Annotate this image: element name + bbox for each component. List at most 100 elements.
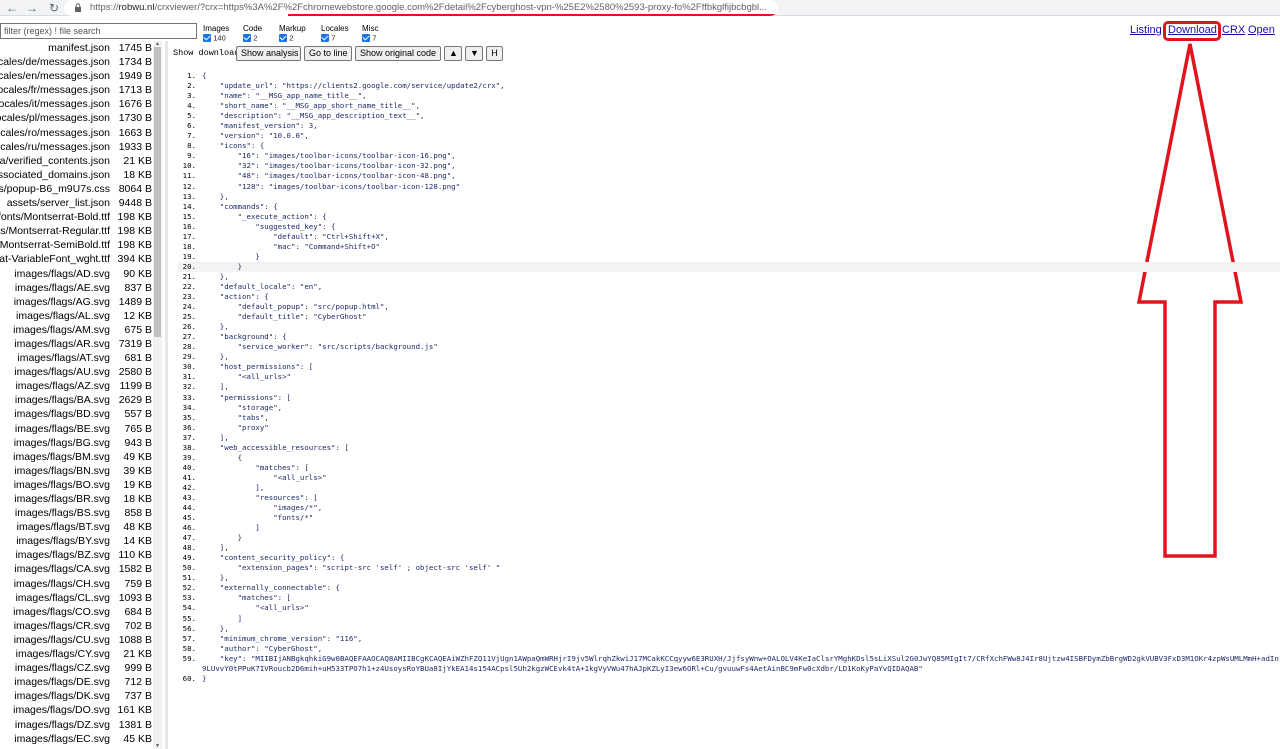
code-text: "default_locale": "en", xyxy=(202,281,323,291)
file-list-item[interactable]: images/flags/AZ.svg 1199 B xyxy=(0,379,162,393)
file-list-item[interactable]: images/flags/CU.svg 1088 B xyxy=(0,633,162,647)
checkbox-checked-icon[interactable] xyxy=(362,33,370,42)
address-bar[interactable]: https://robwu.nl/crxviewer/?crx=https%3A… xyxy=(64,0,778,16)
code-line: 39. { xyxy=(178,453,1280,463)
line-number: 30. xyxy=(182,362,196,372)
file-size: 712 B xyxy=(124,676,152,689)
file-list-item[interactable]: locales/ro/messages.json 1663 B xyxy=(0,126,162,140)
file-list-item[interactable]: images/flags/BT.svg 48 KB xyxy=(0,520,162,534)
file-list-item[interactable]: locales/pl/messages.json 1730 B xyxy=(0,111,162,125)
file-list-item[interactable]: images/flags/CH.svg 759 B xyxy=(0,577,162,591)
go-to-line-button[interactable]: Go to line xyxy=(304,46,352,61)
filter-images[interactable]: Images 140 xyxy=(203,24,229,42)
code-text: "service_worker": "src/scripts/backgroun… xyxy=(202,342,438,352)
file-list-item[interactable]: fonts/Montserrat-Bold.ttf 198 KB xyxy=(0,210,162,224)
file-list-item[interactable]: images/flags/DK.svg 737 B xyxy=(0,689,162,703)
file-list-item[interactable]: images/flags/AT.svg 681 B xyxy=(0,351,162,365)
filter-markup[interactable]: Markup 2 xyxy=(279,24,306,42)
file-filter-input[interactable] xyxy=(0,23,197,39)
show-analysis-button[interactable]: Show analysis xyxy=(236,46,301,61)
file-name: images/flags/BT.svg xyxy=(16,521,110,534)
file-list-item[interactable]: images/flags/BZ.svg 110 KB xyxy=(0,548,162,562)
code-text: "author": "CyberGhost", xyxy=(202,643,323,653)
file-list-item[interactable]: images/flags/AU.svg 2580 B xyxy=(0,365,162,379)
file-list-item[interactable]: fonts/Montserrat-SemiBold.ttf 198 KB xyxy=(0,238,162,252)
checkbox-checked-icon[interactable] xyxy=(243,33,251,42)
line-number: 7. xyxy=(187,131,196,141)
filter-misc[interactable]: Misc 7 xyxy=(362,24,378,42)
file-list-item[interactable]: images/flags/DE.svg 712 B xyxy=(0,675,162,689)
file-list-item[interactable]: images/flags/BO.svg 19 KB xyxy=(0,478,162,492)
file-list-scrollbar[interactable]: ▲ ▼ xyxy=(153,41,162,749)
file-list-item[interactable]: images/flags/AG.svg 1489 B xyxy=(0,295,162,309)
file-list-item[interactable]: images/flags/AL.svg 12 KB xyxy=(0,309,162,323)
file-list-item[interactable]: images/flags/BE.svg 765 B xyxy=(0,422,162,436)
code-text: "name": "__MSG_app_name_title__", xyxy=(202,91,367,101)
scrollbar-thumb[interactable] xyxy=(154,47,161,337)
next-match-button[interactable]: ▼ xyxy=(465,46,483,61)
line-number: 37. xyxy=(182,432,196,442)
file-list-item[interactable]: locales/en/messages.json 1949 B xyxy=(0,69,162,83)
file-list-item[interactable]: assets/popup-B6_m9U7s.css 8064 B xyxy=(0,182,162,196)
line-number: 28. xyxy=(182,342,196,352)
file-list-item[interactable]: images/flags/EC.svg 45 KB xyxy=(0,732,162,746)
crx-link[interactable]: CRX xyxy=(1222,24,1245,37)
file-list-item[interactable]: assets/server_list.json 9448 B xyxy=(0,196,162,210)
file-size: 675 B xyxy=(124,323,152,336)
listing-link[interactable]: Listing xyxy=(1130,24,1162,37)
code-line: 31. "<all_urls>" xyxy=(178,372,1280,382)
line-number: 2. xyxy=(187,81,196,91)
file-list-item[interactable]: images/flags/BG.svg 943 B xyxy=(0,436,162,450)
file-list-item[interactable]: images/flags/CY.svg 21 KB xyxy=(0,647,162,661)
show-original-code-button[interactable]: Show original code xyxy=(355,46,441,61)
checkbox-checked-icon[interactable] xyxy=(279,33,287,42)
code-text: "extension_pages": "script-src 'self' ; … xyxy=(202,563,501,573)
filter-code[interactable]: Code 2 xyxy=(243,24,262,42)
file-list-item[interactable]: locales/de/messages.json 1734 B xyxy=(0,55,162,69)
line-number: 13. xyxy=(182,191,196,201)
file-list-item[interactable]: images/flags/DO.svg 161 KB xyxy=(0,703,162,717)
file-list-item[interactable]: images/flags/CZ.svg 999 B xyxy=(0,661,162,675)
back-arrow-icon[interactable]: ← xyxy=(4,0,20,16)
pane-splitter[interactable] xyxy=(165,41,168,749)
code-line: 25. "default_title": "CyberGhost" xyxy=(178,312,1280,322)
code-text: "128": "images/toolbar-icons/toolbar-ico… xyxy=(202,181,461,191)
file-list-item[interactable]: fonts/Montserrat-Regular.ttf 198 KB xyxy=(0,224,162,238)
file-list-item[interactable]: images/flags/CA.svg 1582 B xyxy=(0,562,162,576)
file-list-item[interactable]: fonts/Montserrat-VariableFont_wght.ttf 39… xyxy=(0,252,162,266)
filter-locales[interactable]: Locales 7 xyxy=(321,24,349,42)
file-list-item[interactable]: images/flags/CL.svg 1093 B xyxy=(0,591,162,605)
checkbox-checked-icon[interactable] xyxy=(321,33,329,42)
previous-match-button[interactable]: ▲ xyxy=(444,46,462,61)
file-list-item[interactable]: locales/ru/messages.json 1933 B xyxy=(0,140,162,154)
file-list-item[interactable]: images/flags/AE.svg 837 B xyxy=(0,281,162,295)
file-list-item[interactable]: images/flags/BA.svg 2629 B xyxy=(0,393,162,407)
file-list-item[interactable]: images/flags/AM.svg 675 B xyxy=(0,323,162,337)
file-list-item[interactable]: images/flags/BY.svg 14 KB xyxy=(0,534,162,548)
file-list-item[interactable]: images/flags/CO.svg 684 B xyxy=(0,605,162,619)
file-list-item[interactable]: locales/fr/messages.json 1713 B xyxy=(0,83,162,97)
open-link[interactable]: Open xyxy=(1248,24,1275,37)
file-name: images/flags/AM.svg xyxy=(13,323,110,336)
file-list-item[interactable]: images/flags/CR.svg 702 B xyxy=(0,619,162,633)
h-button[interactable]: H xyxy=(486,46,503,61)
file-list-item[interactable]: images/flags/AD.svg 90 KB xyxy=(0,267,162,281)
file-list-item[interactable]: _metadata/verified_contents.json 21 KB xyxy=(0,154,162,168)
file-list-item[interactable]: locales/it/messages.json 1676 B xyxy=(0,97,162,111)
file-size: 737 B xyxy=(124,690,152,703)
file-list-item[interactable]: assets/associated_domains.json 18 KB xyxy=(0,168,162,182)
code-text: "proxy" xyxy=(202,422,269,432)
scroll-down-arrow-icon[interactable]: ▼ xyxy=(153,743,162,749)
file-list-item[interactable]: images/flags/BS.svg 858 B xyxy=(0,506,162,520)
forward-arrow-icon[interactable]: → xyxy=(24,0,40,16)
checkbox-checked-icon[interactable] xyxy=(203,33,211,42)
file-list-item[interactable]: images/flags/BD.svg 557 B xyxy=(0,407,162,421)
file-list-item[interactable]: images/flags/BN.svg 39 KB xyxy=(0,464,162,478)
file-list-item[interactable]: images/flags/DZ.svg 1381 B xyxy=(0,718,162,732)
code-text: "matches": [ xyxy=(202,462,309,472)
file-list-item[interactable]: manifest.json 1745 B xyxy=(0,41,162,55)
file-list-item[interactable]: images/flags/AR.svg 7319 B xyxy=(0,337,162,351)
reload-icon[interactable]: ↻ xyxy=(46,0,62,16)
file-list-item[interactable]: images/flags/BM.svg 49 KB xyxy=(0,450,162,464)
file-list-item[interactable]: images/flags/BR.svg 18 KB xyxy=(0,492,162,506)
